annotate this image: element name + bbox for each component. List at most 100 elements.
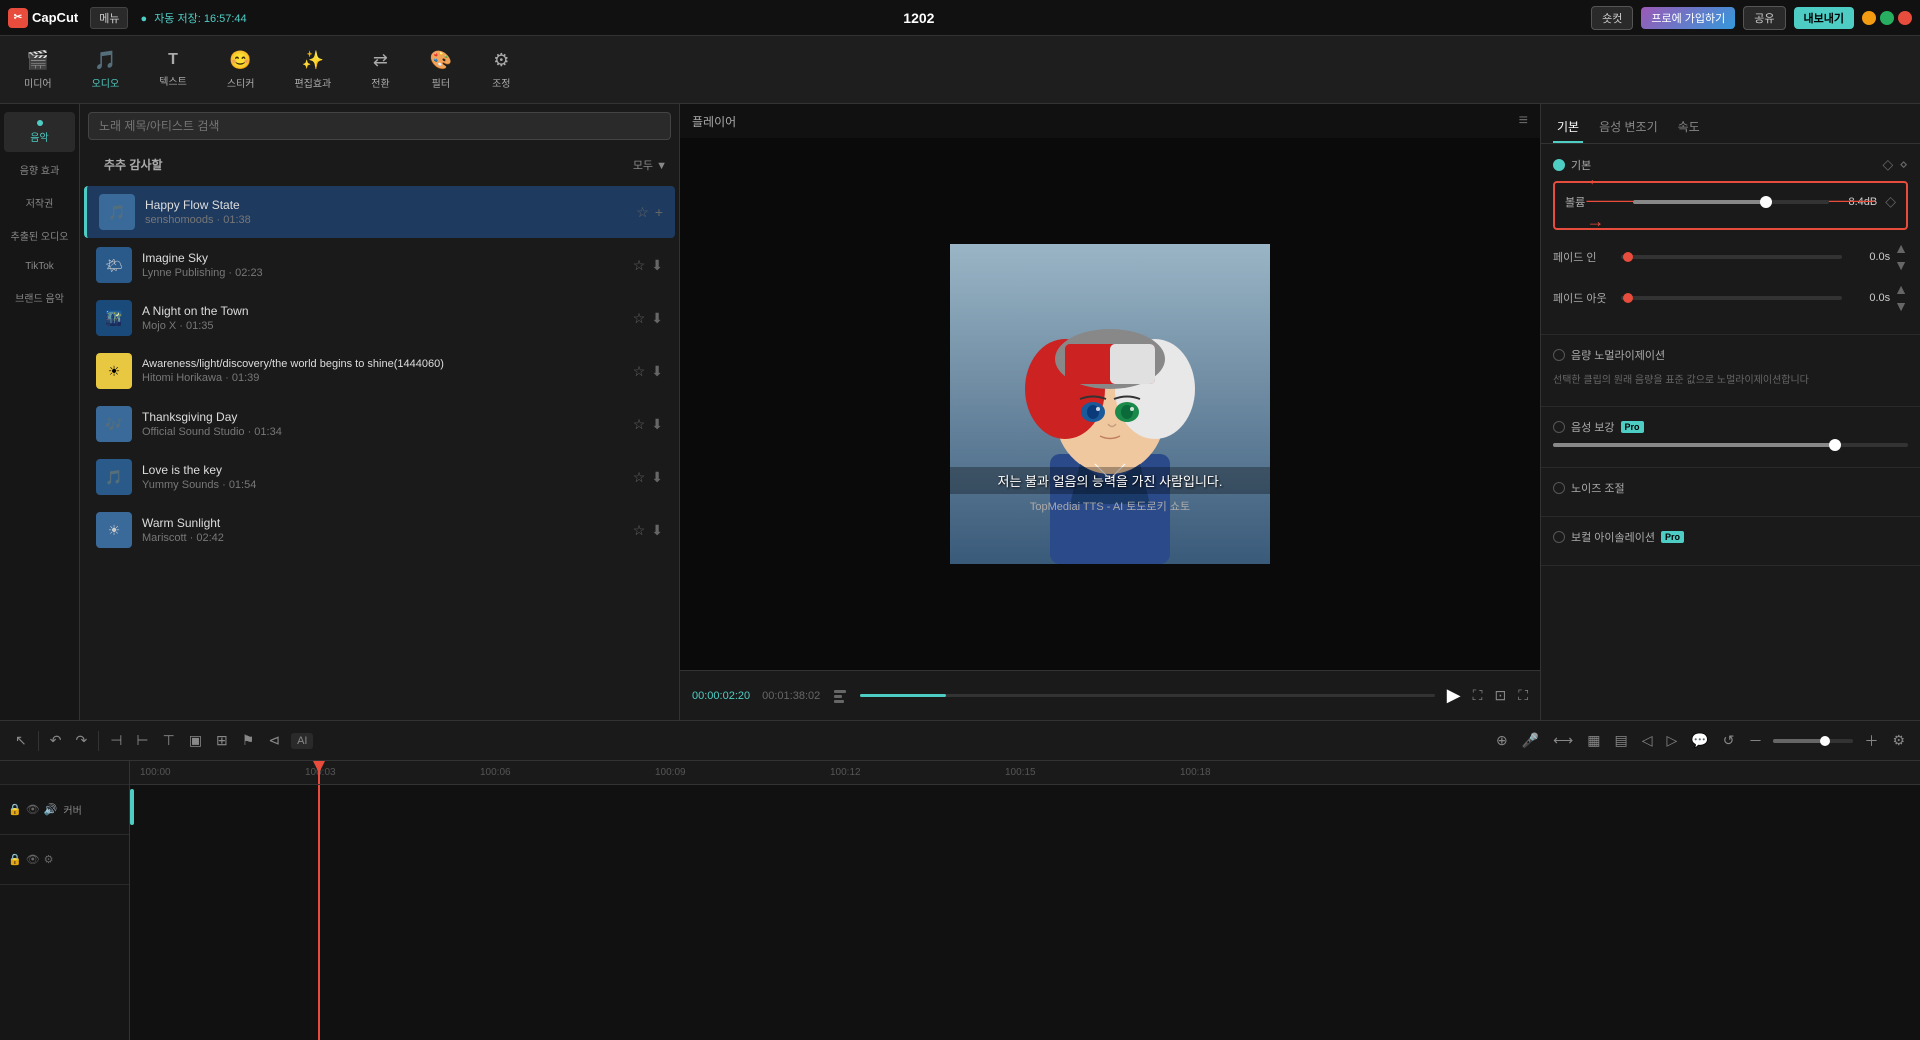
track-mute-icon[interactable]: 🔊 xyxy=(44,803,58,816)
list-item[interactable]: 🌃 A Night on the Town Mojo X · 01:35 ☆ ⬇ xyxy=(84,292,675,344)
search-input[interactable] xyxy=(88,112,671,140)
download-button[interactable]: ⬇ xyxy=(651,310,663,327)
list-item[interactable]: 🎶 Thanksgiving Day Official Sound Studio… xyxy=(84,398,675,450)
add-button[interactable]: + xyxy=(655,204,663,221)
tool-effects[interactable]: ✨ 편집효과 xyxy=(286,46,339,94)
zoom-thumb[interactable] xyxy=(1820,736,1830,746)
tool-audio[interactable]: 🎵 오디오 xyxy=(84,46,128,94)
tab-speed[interactable]: 속도 xyxy=(1674,112,1704,143)
fullscreen-button[interactable]: ⛶ xyxy=(1473,687,1483,704)
favorite-button[interactable]: ☆ xyxy=(633,257,646,274)
zoom-in[interactable]: ＋ xyxy=(1861,728,1881,754)
fade-in-thumb[interactable] xyxy=(1623,252,1633,262)
zoom-slider[interactable] xyxy=(1773,739,1853,743)
crop-button[interactable]: ▣ xyxy=(186,729,205,752)
audio-visible-icon[interactable]: 👁 xyxy=(26,853,40,866)
tab-voice-change[interactable]: 음성 변조기 xyxy=(1595,112,1662,143)
favorite-button[interactable]: ☆ xyxy=(633,310,646,327)
sidebar-item-effects[interactable]: 음향 효과 xyxy=(4,154,75,185)
fade-in-up[interactable]: ▲ xyxy=(1894,240,1908,256)
tool-media[interactable]: 🎬 미디어 xyxy=(16,46,60,94)
audio-clip[interactable]: Happy Flow State xyxy=(130,789,134,825)
enhance-slider[interactable] xyxy=(1553,443,1908,447)
sidebar-item-music[interactable]: 음악 xyxy=(4,112,75,152)
list-item[interactable]: ☀ Warm Sunlight Mariscott · 02:42 ☆ ⬇ xyxy=(84,504,675,556)
list-item[interactable]: 🎵 Happy Flow State senshomoods · 01:38 ☆… xyxy=(84,186,675,238)
sidebar-item-copyright[interactable]: 저작권 xyxy=(4,187,75,218)
marker-button[interactable]: ⊲ xyxy=(265,729,283,752)
sidebar-item-brand[interactable]: 브랜드 음악 xyxy=(4,282,75,313)
settings-button[interactable]: ⚙ xyxy=(1889,729,1908,752)
fade-in-down[interactable]: ▼ xyxy=(1894,257,1908,273)
minimize-button[interactable] xyxy=(1862,11,1876,25)
flag-button[interactable]: ⚑ xyxy=(239,729,258,752)
fade-out-slider[interactable] xyxy=(1621,296,1842,300)
tab-basic[interactable]: 기본 xyxy=(1553,112,1583,143)
download-button[interactable]: ⬇ xyxy=(651,469,663,486)
zoom-out[interactable]: － xyxy=(1745,728,1765,754)
tool-sticker[interactable]: 😊 스티커 xyxy=(219,46,263,94)
audio-lock-icon[interactable]: 🔒 xyxy=(8,853,22,866)
noise-toggle[interactable] xyxy=(1553,482,1565,494)
progress-bar[interactable] xyxy=(860,694,1435,697)
cursor-tool[interactable]: ↖ xyxy=(12,729,30,752)
play-button[interactable]: ▶ xyxy=(1447,685,1461,706)
video-tool[interactable]: ▦ xyxy=(1584,729,1603,752)
tool-transition[interactable]: ⇄ 전환 xyxy=(363,46,397,94)
volume-thumb[interactable] xyxy=(1760,196,1772,208)
close-button[interactable] xyxy=(1898,11,1912,25)
pro-button[interactable]: 프로에 가입하기 xyxy=(1641,7,1735,29)
split2-button[interactable]: ⊢ xyxy=(133,729,151,752)
track-visible-icon[interactable]: 👁 xyxy=(26,803,40,816)
undo-button[interactable]: ↶ xyxy=(47,729,65,752)
volume-reset-icon[interactable]: ◇ xyxy=(1885,193,1896,210)
player-menu-button[interactable]: ≡ xyxy=(1519,112,1528,130)
maximize-button[interactable] xyxy=(1880,11,1894,25)
magnet-icon[interactable]: ⊕ xyxy=(1493,729,1511,752)
download-button[interactable]: ⬇ xyxy=(651,363,663,380)
download-button[interactable]: ⬇ xyxy=(651,416,663,433)
volume-slider[interactable] xyxy=(1633,200,1829,204)
audio-tool[interactable]: ▤ xyxy=(1611,729,1630,752)
list-item[interactable]: 🌤 Imagine Sky Lynne Publishing · 02:23 ☆… xyxy=(84,239,675,291)
speech-bubble[interactable]: 💬 xyxy=(1688,729,1711,752)
redo-button[interactable]: ↷ xyxy=(72,729,90,752)
basic-menu-icon[interactable]: ⋄ xyxy=(1899,156,1908,173)
share-button[interactable]: 공유 xyxy=(1743,6,1785,30)
basic-collapse-icon[interactable]: ◇ xyxy=(1882,156,1893,173)
pip-button[interactable]: ⊡ xyxy=(1494,687,1506,704)
download-button[interactable]: ⬇ xyxy=(651,522,663,539)
list-item[interactable]: ☀ Awareness/light/discovery/the world be… xyxy=(84,345,675,397)
menu-button[interactable]: 메뉴 xyxy=(90,7,128,29)
sidebar-item-tiktok[interactable]: TikTok xyxy=(4,253,75,280)
resize-button[interactable]: ⊞ xyxy=(213,729,231,752)
ai-button[interactable]: AI xyxy=(291,733,313,749)
audio-mute-icon[interactable]: ⚙ xyxy=(44,853,54,866)
favorite-button[interactable]: ☆ xyxy=(636,204,649,221)
prev-frame[interactable]: ◁ xyxy=(1639,729,1656,752)
favorite-button[interactable]: ☆ xyxy=(633,363,646,380)
favorite-button[interactable]: ☆ xyxy=(633,469,646,486)
voice-enhance-toggle[interactable] xyxy=(1553,421,1565,433)
fade-in-slider[interactable] xyxy=(1621,255,1842,259)
vocal-iso-toggle[interactable] xyxy=(1553,531,1565,543)
all-button[interactable]: 모두 ▼ xyxy=(633,157,667,173)
loop-button[interactable]: ↺ xyxy=(1720,729,1738,752)
tool-filter[interactable]: 🎨 필터 xyxy=(422,46,460,94)
normalize-toggle[interactable] xyxy=(1553,349,1565,361)
sidebar-item-extracted[interactable]: 추출된 오디오 xyxy=(4,220,75,251)
favorite-button[interactable]: ☆ xyxy=(633,522,646,539)
download-button[interactable]: ⬇ xyxy=(651,257,663,274)
next-frame[interactable]: ▷ xyxy=(1663,729,1680,752)
enhance-thumb[interactable] xyxy=(1829,439,1841,451)
split3-button[interactable]: ⊤ xyxy=(160,729,178,752)
fade-out-thumb[interactable] xyxy=(1623,293,1633,303)
expand-button[interactable]: ⛶ xyxy=(1518,687,1528,704)
favorite-button[interactable]: ☆ xyxy=(633,416,646,433)
split-button[interactable]: ⊣ xyxy=(107,729,125,752)
link-button[interactable]: ⟷ xyxy=(1550,729,1576,752)
basic-toggle[interactable] xyxy=(1553,159,1565,171)
list-item[interactable]: 🎵 Love is the key Yummy Sounds · 01:54 ☆… xyxy=(84,451,675,503)
track-lock-icon[interactable]: 🔒 xyxy=(8,803,22,816)
tool-text[interactable]: T 텍스트 xyxy=(151,47,195,92)
